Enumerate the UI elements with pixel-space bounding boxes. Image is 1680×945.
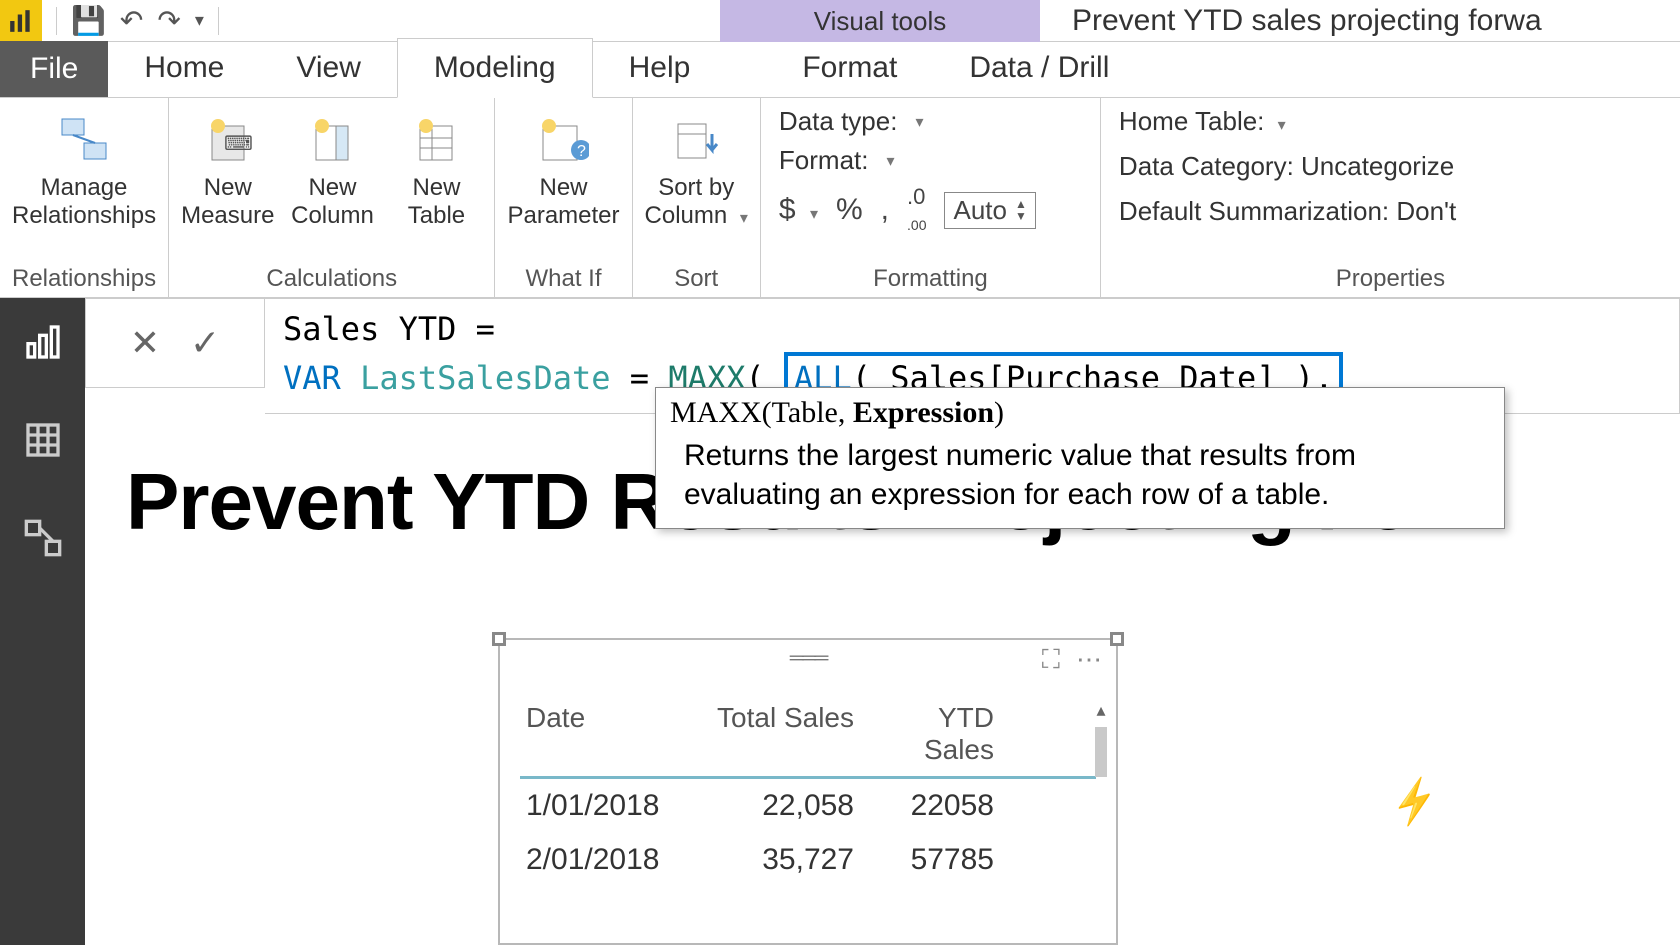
new-measure-button[interactable]: ⌨ New Measure xyxy=(181,106,274,229)
sort-by-column-label: Sort by Column ▾ xyxy=(645,174,748,229)
group-relationships: Manage Relationships Relationships xyxy=(0,98,169,297)
tab-format[interactable]: Format xyxy=(766,39,933,97)
model-view-button[interactable] xyxy=(19,514,67,562)
svg-text:?: ? xyxy=(577,143,586,160)
redo-button[interactable]: ↷ xyxy=(157,4,180,37)
table-row[interactable]: 2/01/2018 35,727 57785 xyxy=(520,833,1096,887)
qat-more-button[interactable]: ▾ xyxy=(195,10,204,31)
left-nav xyxy=(0,298,85,945)
measure-icon: ⌨ xyxy=(200,112,256,168)
group-sort-label: Sort xyxy=(674,261,718,293)
new-measure-label: New Measure xyxy=(181,174,274,229)
home-table-label: Home Table: xyxy=(1119,106,1265,136)
tooltip-signature: MAXX(Table, Expression) xyxy=(670,396,1490,430)
col-header-date[interactable]: Date xyxy=(520,692,700,776)
group-formatting-label: Formatting xyxy=(873,261,988,293)
data-type-dropdown[interactable]: ▾ xyxy=(915,112,923,132)
group-formatting: Data type: ▾ Format: ▾ $ ▾ % , .0.00 Auto … xyxy=(761,98,1101,297)
column-icon xyxy=(304,112,360,168)
new-parameter-label: New Parameter xyxy=(507,174,619,229)
tab-modeling[interactable]: Modeling xyxy=(397,38,593,98)
document-title: Prevent YTD sales projecting forwa xyxy=(1072,4,1542,38)
tab-view[interactable]: View xyxy=(260,39,396,97)
group-calculations: ⌨ New Measure New Column New Table Calcu… xyxy=(169,98,495,297)
new-table-label: New Table xyxy=(408,174,465,229)
tooltip-description: Returns the largest numeric value that r… xyxy=(670,436,1490,514)
col-header-ytd-sales[interactable]: YTD Sales xyxy=(860,692,1000,776)
relationships-icon xyxy=(56,112,112,168)
manage-relationships-label: Manage Relationships xyxy=(12,174,156,229)
percent-button[interactable]: % xyxy=(836,193,863,227)
new-column-button[interactable]: New Column xyxy=(286,106,378,229)
table-row[interactable]: 1/01/2018 22,058 22058 xyxy=(520,779,1096,833)
ribbon-tabs: File Home View Modeling Help Format Data… xyxy=(0,42,1680,98)
focus-mode-icon[interactable]: ⛶ xyxy=(1042,644,1060,676)
format-label: Format: xyxy=(779,145,869,176)
group-properties-label: Properties xyxy=(1336,265,1445,293)
new-column-label: New Column xyxy=(291,174,374,229)
sort-icon xyxy=(668,112,724,168)
intellisense-tooltip: MAXX(Table, Expression) Returns the larg… xyxy=(655,387,1505,529)
parameter-icon: ? xyxy=(535,112,591,168)
tab-file[interactable]: File xyxy=(0,41,108,97)
group-whatif-label: What If xyxy=(525,261,601,293)
visual-scrollbar[interactable]: ▴ xyxy=(1092,700,1110,937)
decimal-spinner[interactable]: ▲▼ xyxy=(1015,198,1027,222)
format-dropdown[interactable]: ▾ xyxy=(887,151,895,171)
cancel-formula-button[interactable]: ✕ xyxy=(130,322,160,364)
default-summarization-label[interactable]: Default Summarization: Don't xyxy=(1119,196,1456,227)
data-category-label[interactable]: Data Category: Uncategorize xyxy=(1119,151,1456,182)
app-icon xyxy=(0,0,42,42)
new-table-button[interactable]: New Table xyxy=(390,106,482,229)
ribbon: Manage Relationships Relationships ⌨ New… xyxy=(0,98,1680,298)
undo-button[interactable]: ↶ xyxy=(120,4,143,37)
currency-button[interactable]: $ ▾ xyxy=(779,193,818,227)
data-view-button[interactable] xyxy=(19,416,67,464)
commit-formula-button[interactable]: ✓ xyxy=(190,322,220,364)
group-whatif: ? New Parameter What If xyxy=(495,98,632,297)
title-bar: 💾 ↶ ↷ ▾ Visual tools Prevent YTD sales p… xyxy=(0,0,1680,42)
table-visual[interactable]: ═══ ⛶ ⋯ Date Total Sales YTD Sales 1/01/… xyxy=(498,638,1118,945)
group-properties: Home Table: ▾ Data Category: Uncategoriz… xyxy=(1101,98,1680,297)
group-calculations-label: Calculations xyxy=(266,261,397,293)
resize-handle-tl[interactable] xyxy=(492,632,506,646)
resize-handle-tr[interactable] xyxy=(1110,632,1124,646)
group-relationships-label: Relationships xyxy=(12,261,156,293)
col-header-total-sales[interactable]: Total Sales xyxy=(700,692,860,776)
home-table-dropdown[interactable]: ▾ xyxy=(1278,117,1286,134)
manage-relationships-button[interactable]: Manage Relationships xyxy=(12,106,156,229)
formula-area: ✕ ✓ Sales YTD = VAR LastSalesDate = MAXX… xyxy=(85,298,1680,414)
quick-access-toolbar: 💾 ↶ ↷ ▾ xyxy=(42,4,233,37)
new-parameter-button[interactable]: ? New Parameter xyxy=(507,106,619,229)
decimal-places-input[interactable]: Auto ▲▼ xyxy=(944,192,1035,229)
decimal-places-icon: .0.00 xyxy=(907,184,926,236)
save-button[interactable]: 💾 xyxy=(71,4,106,37)
group-sort: Sort by Column ▾ Sort xyxy=(633,98,761,297)
tab-home[interactable]: Home xyxy=(108,39,260,97)
visual-drag-handle[interactable]: ═══ xyxy=(790,647,827,670)
tab-help[interactable]: Help xyxy=(593,39,727,97)
svg-text:⌨: ⌨ xyxy=(224,133,252,155)
thousands-separator-button[interactable]: , xyxy=(881,193,889,227)
report-view-button[interactable] xyxy=(19,318,67,366)
sort-by-column-button[interactable]: Sort by Column ▾ xyxy=(645,106,748,229)
table-icon xyxy=(408,112,464,168)
more-options-icon[interactable]: ⋯ xyxy=(1076,644,1102,676)
tab-data-drill[interactable]: Data / Drill xyxy=(933,39,1145,97)
data-type-label: Data type: xyxy=(779,106,898,137)
visual-tools-contextual-tab: Visual tools xyxy=(720,0,1040,42)
